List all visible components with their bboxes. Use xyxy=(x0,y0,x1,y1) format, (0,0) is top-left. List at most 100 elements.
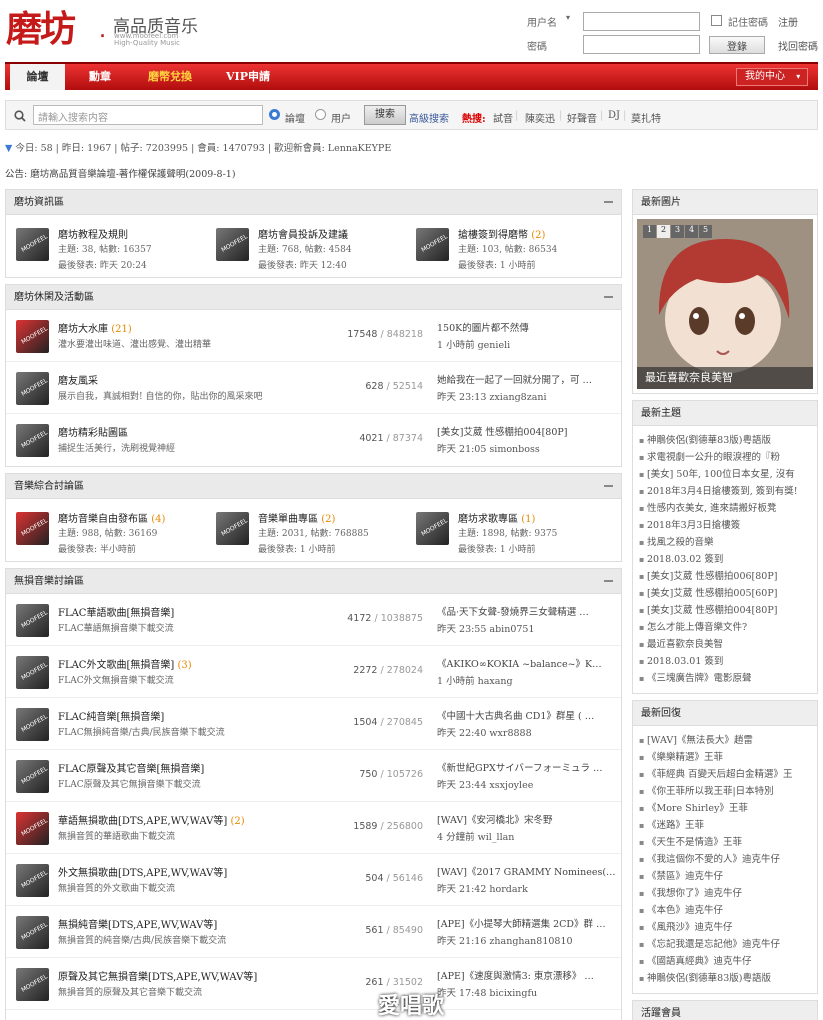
forum-row[interactable]: MOOFEEL 外文無損歌曲[DTS,APE,WV,WAV等] 無損音質的外文歌曲… xyxy=(6,854,621,906)
reply-link[interactable]: 《我想你了》迪克牛仔 xyxy=(639,885,817,902)
radio-user[interactable] xyxy=(315,109,326,120)
forum-name[interactable]: 磨坊大水庫 (21) xyxy=(58,320,132,335)
forum-name[interactable]: 磨坊精彩貼圖區 xyxy=(58,424,128,439)
thread-link[interactable]: [美女]艾葳 性感棚拍006[80P] xyxy=(639,568,817,585)
last-post-title[interactable]: 《AKIKO∞KOKIA ~balance~》K… xyxy=(437,656,615,670)
forum-name[interactable]: 磨坊求歌專區 (1) xyxy=(458,510,535,525)
forum-cell[interactable]: MOOFEEL 磨坊教程及規則 主題: 38, 帖數: 16357 最後發表: 昨天… xyxy=(6,215,206,277)
photo-tab[interactable]: 2 xyxy=(657,225,670,238)
hot-search-link[interactable]: 陳奕迅 xyxy=(525,110,555,125)
thread-link[interactable]: [美女]艾葳 性感棚拍004[80P] xyxy=(639,602,817,619)
thread-link[interactable]: [美女]艾葳 性感棚拍005[60P] xyxy=(639,585,817,602)
section-header[interactable]: 磨坊資訊區 xyxy=(6,190,621,215)
thread-link[interactable]: 性感内衣美女, 進來請搬好板凳 xyxy=(639,500,817,517)
nav-vip-apply[interactable]: VIP申請 xyxy=(217,64,279,90)
forum-name[interactable]: 磨友風采 xyxy=(58,372,98,387)
reply-link[interactable]: 《More Shirley》王菲 xyxy=(639,800,817,817)
section-header[interactable]: 音樂綜合討論區 xyxy=(6,474,621,499)
thread-link[interactable]: 最近喜歡奈良美智 xyxy=(639,636,817,653)
thread-link[interactable]: 2018年3月4日搶樓簽到, 簽到有獎! xyxy=(639,483,817,500)
search-input[interactable]: 請輸入搜索内容 xyxy=(33,105,263,125)
chevron-down-icon[interactable]: ▾ xyxy=(566,13,570,22)
reply-link[interactable]: 《菲經典 百變天后超白金精選》王 xyxy=(639,766,817,783)
reply-link[interactable]: 《迷路》王菲 xyxy=(639,817,817,834)
forum-name[interactable]: 搶樓簽到得磨幣 (2) xyxy=(458,226,545,241)
collapse-icon[interactable] xyxy=(604,201,613,203)
reply-link[interactable]: 《忘記我還是忘記他》迪克牛仔 xyxy=(639,936,817,953)
thread-link[interactable]: 找風之殺的音樂 xyxy=(639,534,817,551)
last-post-title[interactable]: [WAV]《2017 GRAMMY Nominees(… xyxy=(437,864,615,878)
forum-cell[interactable]: MOOFEEL 磨坊求歌專區 (1) 主題: 1898, 帖數: 9375 最後發表:… xyxy=(406,499,606,561)
forum-row[interactable]: MOOFEEL FLAC華語歌曲[無損音樂] FLAC華語無損音樂下載交流 4172… xyxy=(6,594,621,646)
forgot-password-link[interactable]: 找回密碼 xyxy=(778,38,818,53)
forum-row[interactable]: MOOFEEL FLAC原聲及其它音樂[無損音樂] FLAC原聲及其它無損音樂下載… xyxy=(6,750,621,802)
hot-search-link[interactable]: DJ xyxy=(608,110,620,121)
reply-link[interactable]: 《你王菲所以我王菲|日本特別 xyxy=(639,783,817,800)
thread-link[interactable]: 2018年3月3日搶樓簽 xyxy=(639,517,817,534)
my-center-menu[interactable]: 我的中心 ▾ xyxy=(736,68,808,86)
thread-link[interactable]: 2018.03.02 簽到 xyxy=(639,551,817,568)
hot-search-link[interactable]: 試音 xyxy=(493,110,513,125)
featured-photo[interactable]: 1 2 3 4 5 最近喜歡奈良美智 xyxy=(637,219,813,389)
forum-cell[interactable]: MOOFEEL 搶樓簽到得磨幣 (2) 主題: 103, 帖數: 86534 最後發表… xyxy=(406,215,606,277)
search-button[interactable]: 搜索 xyxy=(364,105,406,125)
reply-link[interactable]: 《樂樂精選》王菲 xyxy=(639,749,817,766)
last-post-title[interactable]: 《品·天下女聲-發燒界三女聲精選 … xyxy=(437,604,615,618)
reply-link[interactable]: 《天生不是情造》王菲 xyxy=(639,834,817,851)
forum-name[interactable]: FLAC原聲及其它音樂[無損音樂] xyxy=(58,760,204,775)
photo-tab[interactable]: 3 xyxy=(671,225,684,238)
forum-row[interactable]: MOOFEEL 無損純音樂[DTS,APE,WV,WAV等] 無損音質的純音樂/古… xyxy=(6,906,621,958)
reply-link[interactable]: 《本色》迪克牛仔 xyxy=(639,902,817,919)
thread-link[interactable]: 2018.03.01 簽到 xyxy=(639,653,817,670)
forum-row[interactable]: MOOFEEL 磨坊精彩貼圖區 捕捉生活美行，洗刷視覺神經 4021 / 87374… xyxy=(6,414,621,466)
reply-link[interactable]: 《我這個你不愛的人》迪克牛仔 xyxy=(639,851,817,868)
forum-row[interactable]: MOOFEEL 磨友風采 展示自我，真誠相對! 自信的你，貼出你的風采來吧 628 … xyxy=(6,362,621,414)
forum-row[interactable]: MOOFEEL磨坊VIP專區 《Make It Big》Wham! 威猛樂隊 (… xyxy=(6,1010,621,1020)
last-post-title[interactable]: 《中國十大古典名曲 CD1》群星 ( … xyxy=(437,708,615,722)
forum-cell[interactable]: MOOFEEL 磨坊音樂自由發布區 (4) 主題: 988, 帖數: 36169 最後… xyxy=(6,499,206,561)
reply-link[interactable]: [WAV]《無法長大》趙雷 xyxy=(639,732,817,749)
forum-name[interactable]: 外文無損歌曲[DTS,APE,WV,WAV等] xyxy=(58,864,227,879)
photo-tab[interactable]: 1 xyxy=(643,225,656,238)
reply-link[interactable]: 神鵰俠侶(劉德華83版)粵語版 xyxy=(639,970,817,987)
password-field[interactable] xyxy=(583,35,700,54)
photo-tab[interactable]: 5 xyxy=(699,225,712,238)
advanced-search-link[interactable]: 高級搜索 xyxy=(409,110,449,125)
collapse-icon[interactable] xyxy=(604,485,613,487)
collapse-icon[interactable] xyxy=(604,296,613,298)
photo-caption[interactable]: 最近喜歡奈良美智 xyxy=(637,367,813,389)
login-button[interactable]: 登錄 xyxy=(709,36,765,54)
forum-row[interactable]: MOOFEEL 華語無損歌曲[DTS,APE,WV,WAV等] (2) 無損音質的華… xyxy=(6,802,621,854)
forum-row[interactable]: MOOFEEL 磨坊大水庫 (21) 灌水要灌出味道、灌出感覺、灌出精華 17548 … xyxy=(6,310,621,362)
last-post-title[interactable]: [APE]《小提琴大師精選集 2CD》群 … xyxy=(437,916,615,930)
forum-row[interactable]: MOOFEEL FLAC純音樂[無損音樂] FLAC無損純音樂/古典/民族音樂下載… xyxy=(6,698,621,750)
thread-link[interactable]: 求電視劇一公升的眼淚裡的『粉 xyxy=(639,449,817,466)
last-post-title[interactable]: [WAV]《安河橋北》宋冬野 xyxy=(437,812,615,826)
section-header[interactable]: 無損音樂討論區 xyxy=(6,569,621,594)
username-field[interactable] xyxy=(583,12,700,31)
last-post-title[interactable]: [APE]《速度與激情3: 東京漂移》 … xyxy=(437,968,615,982)
photo-tab[interactable]: 4 xyxy=(685,225,698,238)
thread-link[interactable]: 《三塊廣告牌》電影原聲 xyxy=(639,670,817,687)
forum-name[interactable]: 磨坊教程及規則 xyxy=(58,226,128,241)
nav-forum[interactable]: 論壇 xyxy=(10,64,65,90)
forum-cell[interactable]: MOOFEEL 磨坊會員投訴及建議 主題: 768, 帖數: 4584 最後發表: … xyxy=(206,215,406,277)
last-post-title[interactable]: 《新世紀GPXサイバーフォーミュラ … xyxy=(437,760,615,774)
last-post-title[interactable]: 150K的圖片都不然傳 xyxy=(437,320,615,334)
hot-search-link[interactable]: 莫扎特 xyxy=(631,110,661,125)
announcement[interactable]: 公告: 磨坊高品質音樂論壇-著作權保護聲明(2009-8-1) xyxy=(5,166,236,180)
hot-search-link[interactable]: 好聲音 xyxy=(567,110,597,125)
reply-link[interactable]: 《風飛沙》迪克牛仔 xyxy=(639,919,817,936)
forum-row[interactable]: MOOFEEL FLAC外文歌曲[無損音樂] (3) FLAC外文無損音樂下載交流 2… xyxy=(6,646,621,698)
last-post-title[interactable]: [美女]艾葳 性感棚拍004[80P] xyxy=(437,424,615,438)
register-link[interactable]: 注册 xyxy=(778,14,798,29)
remember-checkbox[interactable] xyxy=(711,15,722,26)
forum-name[interactable]: 磨坊會員投訴及建議 xyxy=(258,226,348,241)
section-header[interactable]: 磨坊休閑及活動區 xyxy=(6,285,621,310)
thread-link[interactable]: 神鵰俠侶(劉德華83版)粵語版 xyxy=(639,432,817,449)
forum-name[interactable]: 原聲及其它無損音樂[DTS,APE,WV,WAV等] xyxy=(58,968,257,983)
thread-link[interactable]: 怎么才能上傳音樂文件? xyxy=(639,619,817,636)
forum-name[interactable]: FLAC華語歌曲[無損音樂] xyxy=(58,604,174,619)
forum-cell[interactable]: MOOFEEL 音樂單曲專區 (2) 主題: 2031, 帖數: 768885 最後發… xyxy=(206,499,406,561)
forum-name[interactable]: FLAC外文歌曲[無損音樂] (3) xyxy=(58,656,192,671)
